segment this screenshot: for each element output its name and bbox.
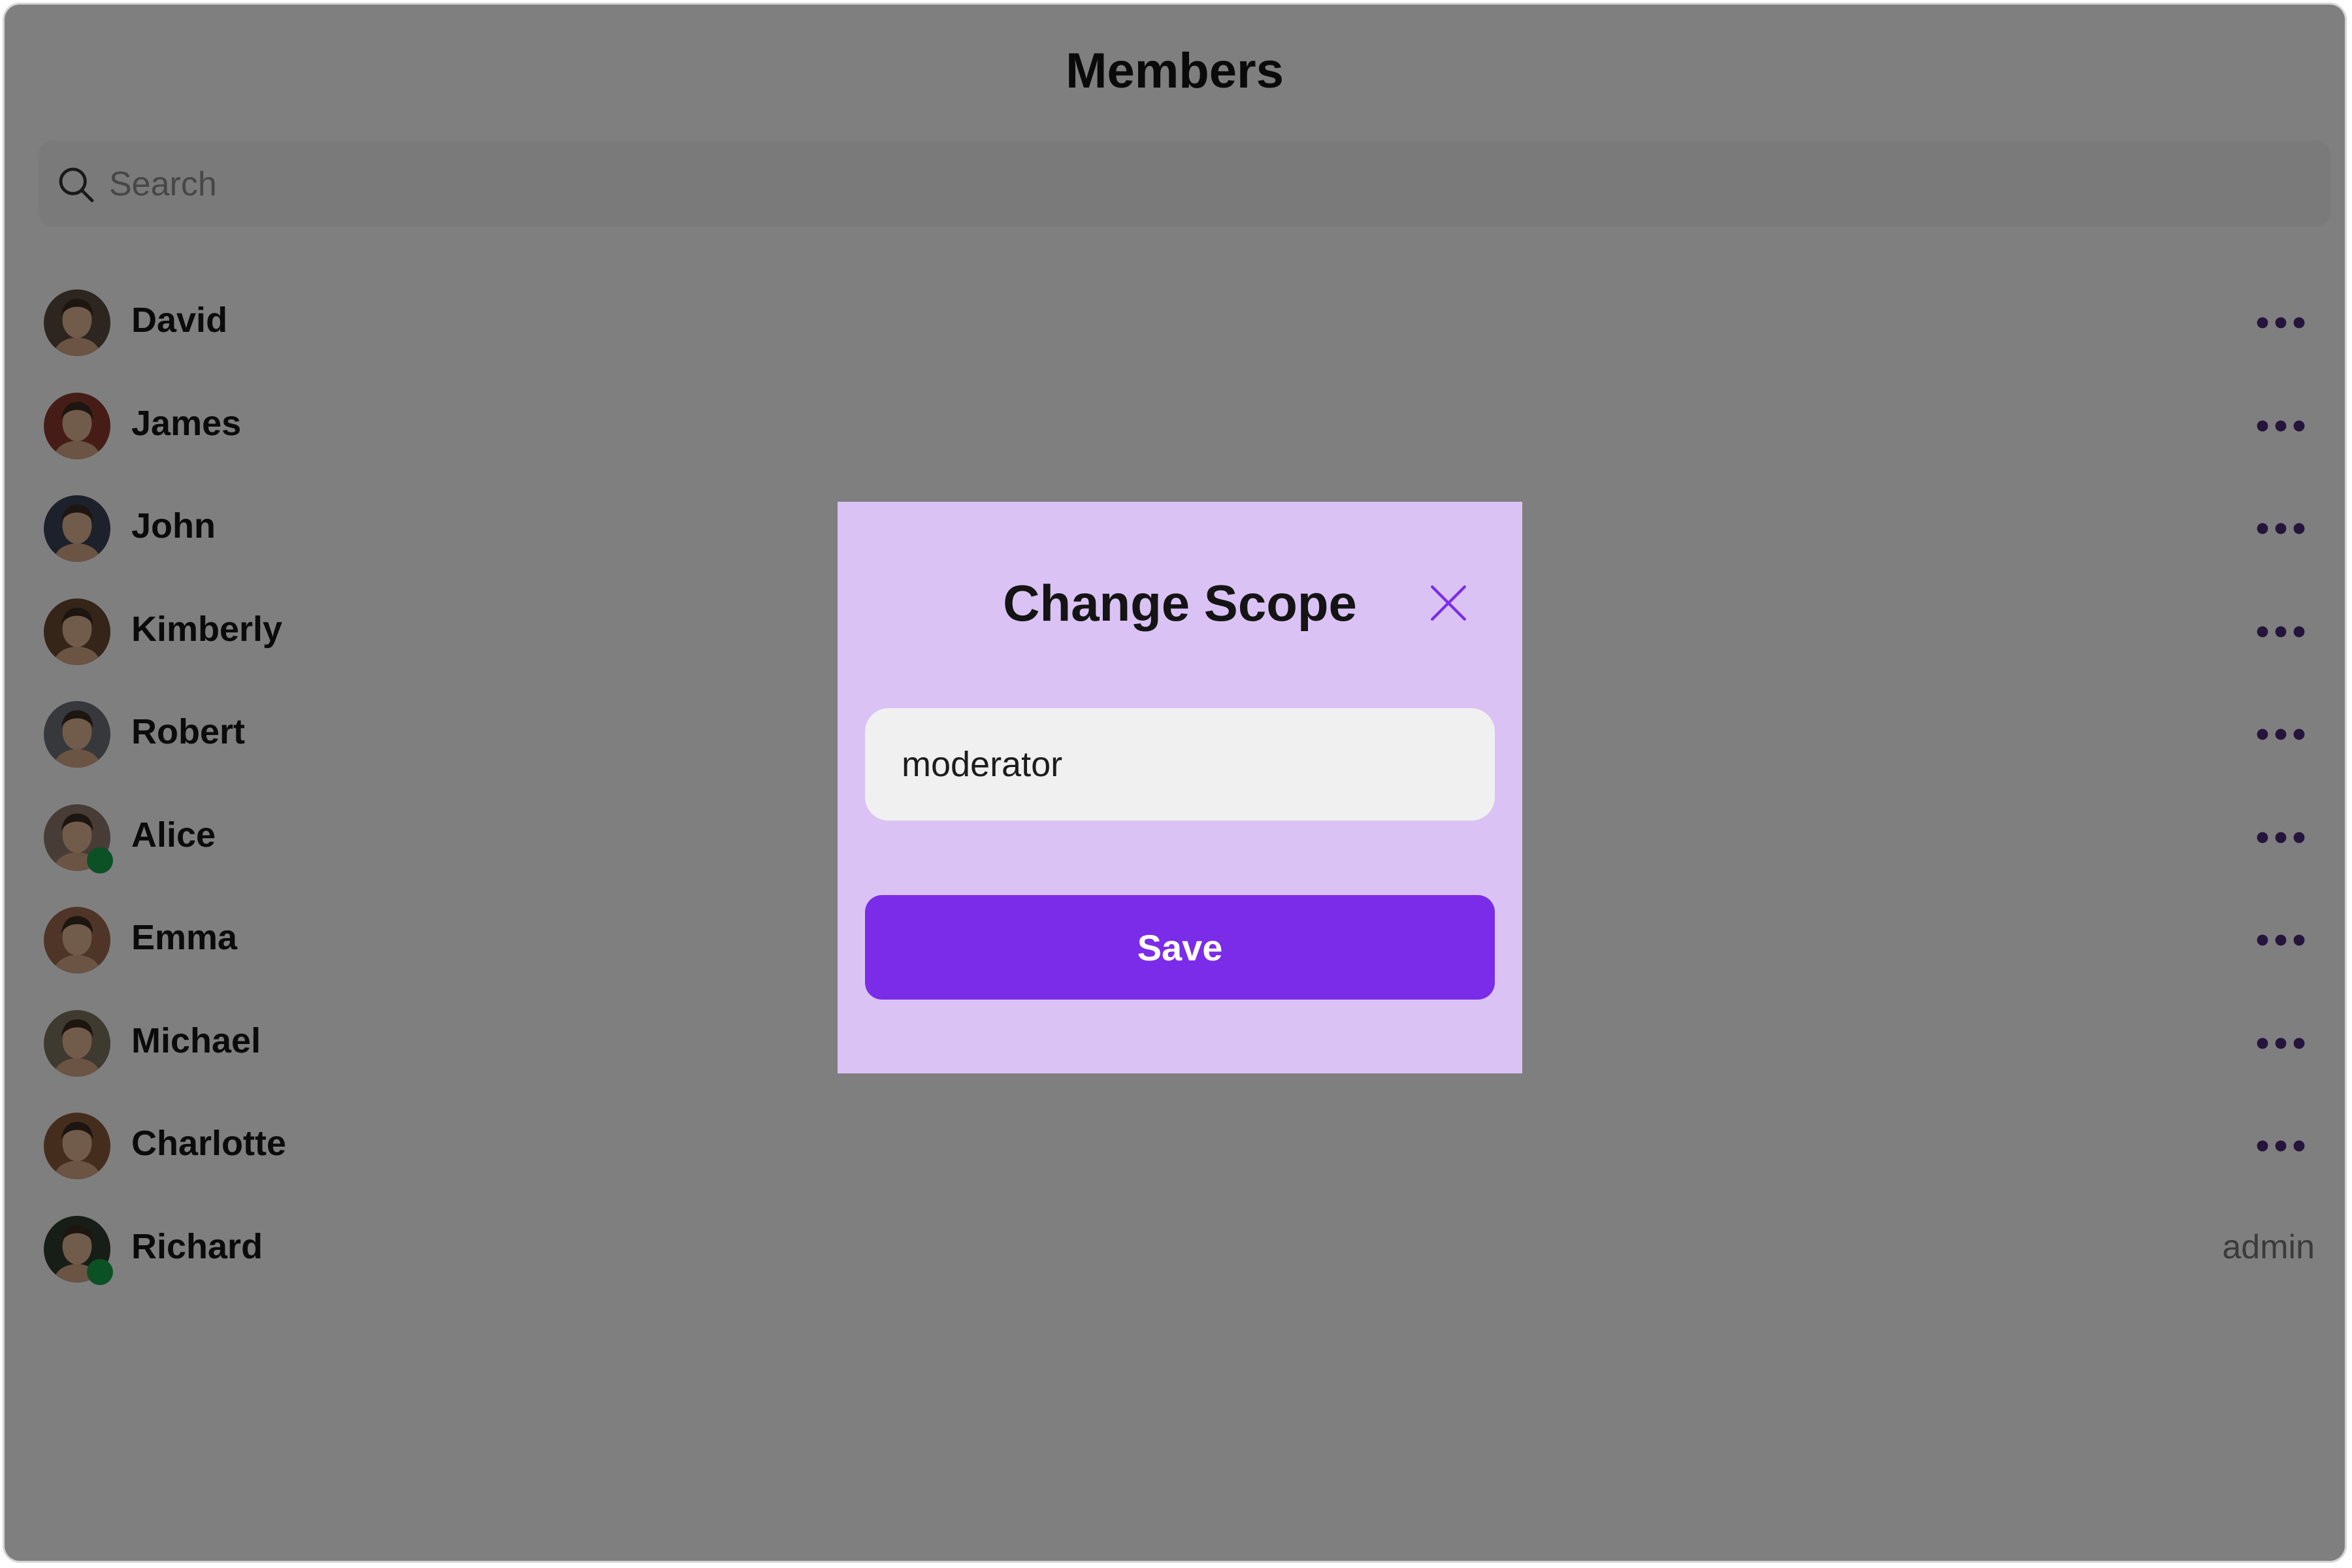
members-window: Members David — [3, 3, 2347, 1563]
save-button[interactable]: Save — [865, 895, 1495, 1000]
close-icon[interactable] — [1427, 581, 1470, 625]
scope-input[interactable] — [865, 708, 1495, 821]
dialog-title: Change Scope — [1003, 574, 1357, 632]
change-scope-dialog: Change Scope Save — [838, 502, 1522, 1073]
